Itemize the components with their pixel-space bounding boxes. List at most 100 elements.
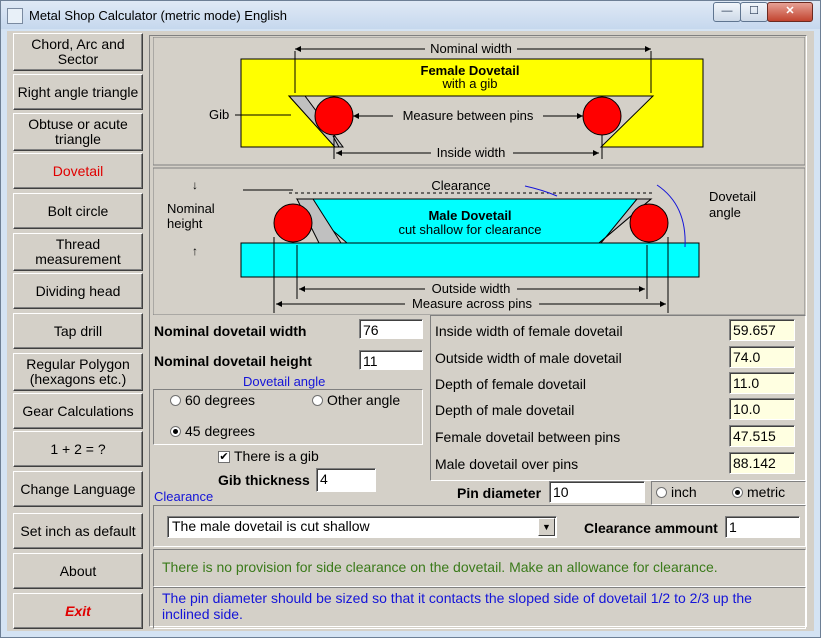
result-label: Female dovetail between pins — [435, 429, 621, 445]
female-right-pin — [582, 96, 622, 136]
nav-label: measurement — [35, 251, 121, 267]
dovetail-angle-group-label: Dovetail angle — [243, 374, 326, 389]
nominal-height-label-1: Nominal — [167, 201, 215, 216]
result-value: 74.0 — [729, 346, 795, 368]
unit-metric-radio[interactable] — [732, 487, 743, 498]
nav-label: Dovetail — [52, 162, 104, 179]
nominal-width-label: Nominal width — [430, 41, 512, 56]
client-area: Chord, Arc and Sector Right angle triangl… — [7, 31, 814, 631]
gib-checkbox-label: There is a gib — [234, 448, 319, 464]
nav-dividing-head-button[interactable]: Dividing head — [13, 273, 143, 309]
pin-diameter-input[interactable]: 10 — [549, 481, 645, 503]
nav-label: Thread — [55, 236, 101, 252]
dovetail-angle-label-1: Dovetail — [709, 189, 756, 204]
nav-set-inch-default-button[interactable]: Set inch as default — [13, 513, 143, 549]
dovetail-panel: Female Dovetail with a gib Nominal width… — [149, 35, 809, 629]
gib-checkbox[interactable]: ✔ — [218, 451, 230, 463]
pin-diameter-label: Pin diameter — [457, 485, 542, 501]
nav-label: 1 + 2 = ? — [50, 440, 106, 457]
female-left-pin — [314, 96, 354, 136]
nav-about-button[interactable]: About — [13, 553, 143, 589]
result-value: 10.0 — [729, 398, 795, 420]
nav-calculator-button[interactable]: 1 + 2 = ? — [13, 431, 143, 467]
result-label: Outside width of male dovetail — [435, 350, 622, 366]
clearance-select-value: The male dovetail is cut shallow — [172, 518, 370, 534]
nav-exit-button[interactable]: Exit — [13, 593, 143, 629]
gib-thickness-label: Gib thickness — [218, 472, 310, 488]
male-title: Male Dovetail — [428, 208, 511, 223]
nav-dovetail-button[interactable]: Dovetail — [13, 153, 143, 189]
nav-change-language-button[interactable]: Change Language — [13, 471, 143, 507]
clearance-amount-input[interactable]: 1 — [725, 516, 800, 538]
app-icon — [7, 8, 23, 24]
angle-other-label: Other angle — [327, 392, 401, 408]
dovetail-angle-label-2: angle — [709, 205, 741, 220]
nav-label: Dividing head — [35, 282, 121, 299]
note-green-text: There is no provision for side clearance… — [162, 559, 718, 575]
measure-between-label: Measure between pins — [403, 108, 534, 123]
nominal-width-label: Nominal dovetail width — [154, 323, 307, 339]
result-label: Depth of female dovetail — [435, 376, 586, 392]
nav-label: Obtuse or acute — [28, 116, 128, 132]
note-blue-text-2: inclined side. — [162, 606, 243, 622]
result-label: Depth of male dovetail — [435, 402, 575, 418]
note-blue-text-1: The pin diameter should be sized so that… — [162, 590, 752, 606]
nav-label: Set inch as default — [20, 522, 136, 539]
dovetail-diagram: Female Dovetail with a gib Nominal width… — [153, 37, 805, 315]
nav-label: Change Language — [20, 480, 136, 497]
result-label: Male dovetail over pins — [435, 456, 579, 472]
nav-regular-polygon-button[interactable]: Regular Polygon (hexagons etc.) — [13, 353, 143, 391]
nav-label: (hexagons etc.) — [29, 371, 127, 387]
nav-label: triangle — [55, 131, 101, 147]
male-right-pin — [629, 203, 669, 243]
nominal-width-input[interactable]: 76 — [359, 319, 423, 339]
male-left-pin — [273, 203, 313, 243]
nav-label: Sector — [57, 51, 99, 67]
result-value: 11.0 — [729, 372, 795, 394]
window-title: Metal Shop Calculator (metric mode) Engl… — [29, 8, 287, 23]
up-arrow-glyph: ↑ — [192, 244, 198, 258]
nav-obtuse-acute-triangle-button[interactable]: Obtuse or acute triangle — [13, 113, 143, 151]
outside-width-label: Outside width — [432, 281, 511, 296]
clearance-section-label: Clearance — [154, 489, 214, 504]
result-value: 59.657 — [729, 319, 795, 341]
minimize-button[interactable]: — — [713, 2, 741, 22]
nav-label: Chord, Arc and — [31, 36, 125, 52]
measure-across-label: Measure across pins — [412, 296, 532, 311]
nav-right-angle-triangle-button[interactable]: Right angle triangle — [13, 74, 143, 110]
angle-60-radio[interactable] — [170, 395, 181, 406]
result-value: 47.515 — [729, 425, 795, 447]
nav-label: Gear Calculations — [22, 402, 134, 419]
male-dovetail-base — [240, 242, 700, 278]
nav-label: Exit — [65, 602, 91, 619]
title-bar: Metal Shop Calculator (metric mode) Engl… — [1, 1, 820, 29]
angle-45-radio[interactable] — [170, 426, 181, 437]
maximize-button[interactable]: ☐ — [740, 2, 768, 22]
female-subtitle: with a gib — [442, 76, 498, 91]
nav-tap-drill-button[interactable]: Tap drill — [13, 313, 143, 349]
angle-45-label: 45 degrees — [185, 423, 256, 439]
app-window: Metal Shop Calculator (metric mode) Engl… — [0, 0, 821, 638]
nav-gear-calculations-button[interactable]: Gear Calculations — [13, 393, 143, 429]
clearance-diagram-label: Clearance — [431, 178, 490, 193]
result-value: 88.142 — [729, 452, 795, 474]
close-button[interactable]: ✕ — [767, 2, 813, 22]
gib-thickness-input[interactable]: 4 — [316, 468, 376, 492]
nav-label: About — [59, 562, 97, 579]
nominal-height-input[interactable]: 11 — [359, 350, 423, 370]
dropdown-arrow-icon[interactable]: ▼ — [538, 518, 555, 536]
unit-inch-radio[interactable] — [656, 487, 667, 498]
unit-inch-label: inch — [671, 484, 697, 500]
angle-other-radio[interactable] — [312, 395, 323, 406]
nav-label: Right angle triangle — [17, 83, 139, 100]
nav-chord-arc-sector-button[interactable]: Chord, Arc and Sector — [13, 33, 143, 71]
angle-60-label: 60 degrees — [185, 392, 256, 408]
nav-thread-measurement-button[interactable]: Thread measurement — [13, 233, 143, 271]
inside-width-label: Inside width — [437, 145, 506, 160]
down-arrow-glyph: ↓ — [192, 178, 198, 192]
nav-label: Bolt circle — [47, 202, 109, 219]
result-label: Inside width of female dovetail — [435, 323, 623, 339]
nominal-height-label-2: height — [167, 216, 203, 231]
nav-bolt-circle-button[interactable]: Bolt circle — [13, 193, 143, 229]
clearance-select[interactable]: The male dovetail is cut shallow ▼ — [167, 516, 557, 538]
